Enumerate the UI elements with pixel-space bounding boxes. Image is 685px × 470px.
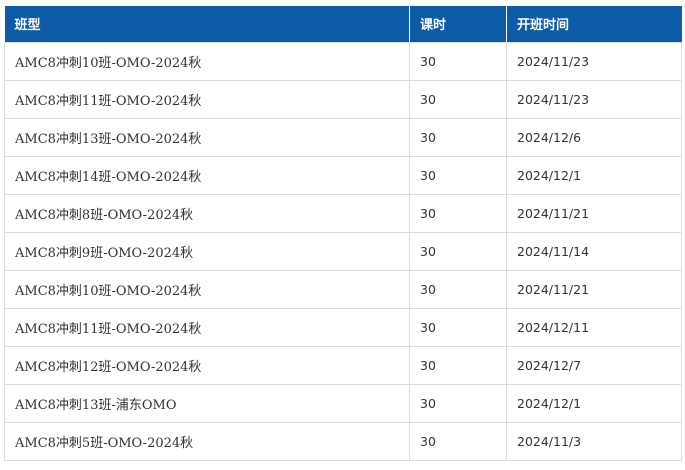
cell-hours: 30 — [409, 421, 507, 461]
cell-hours: 30 — [409, 269, 507, 309]
table-row: AMC8冲刺12班-OMO-2024秋 30 2024/12/7 — [4, 345, 682, 385]
cell-class-type: AMC8冲刺13班-浦东OMO — [4, 383, 410, 423]
class-schedule-container: 班型 课时 开班时间 AMC8冲刺10班-OMO-2024秋 30 2024/1… — [4, 6, 682, 461]
cell-class-type: AMC8冲刺8班-OMO-2024秋 — [4, 193, 410, 233]
table-body: AMC8冲刺10班-OMO-2024秋 30 2024/11/23 AMC8冲刺… — [4, 41, 682, 461]
cell-start-date: 2024/11/21 — [506, 193, 682, 233]
table-row: AMC8冲刺5班-OMO-2024秋 30 2024/11/3 — [4, 421, 682, 461]
cell-class-type: AMC8冲刺5班-OMO-2024秋 — [4, 421, 410, 461]
table-row: AMC8冲刺10班-OMO-2024秋 30 2024/11/23 — [4, 41, 682, 81]
table-row: AMC8冲刺11班-OMO-2024秋 30 2024/12/11 — [4, 307, 682, 347]
cell-hours: 30 — [409, 231, 507, 271]
cell-hours: 30 — [409, 383, 507, 423]
table-row: AMC8冲刺13班-OMO-2024秋 30 2024/12/6 — [4, 117, 682, 157]
cell-start-date: 2024/12/7 — [506, 345, 682, 385]
table-row: AMC8冲刺8班-OMO-2024秋 30 2024/11/21 — [4, 193, 682, 233]
header-row: 班型 课时 开班时间 — [4, 6, 682, 42]
cell-start-date: 2024/11/14 — [506, 231, 682, 271]
cell-class-type: AMC8冲刺10班-OMO-2024秋 — [4, 41, 410, 81]
header-hours: 课时 — [409, 6, 507, 42]
cell-class-type: AMC8冲刺11班-OMO-2024秋 — [4, 79, 410, 119]
cell-hours: 30 — [409, 193, 507, 233]
table-row: AMC8冲刺13班-浦东OMO 30 2024/12/1 — [4, 383, 682, 423]
cell-class-type: AMC8冲刺13班-OMO-2024秋 — [4, 117, 410, 157]
table-header: 班型 课时 开班时间 — [4, 6, 682, 42]
cell-class-type: AMC8冲刺14班-OMO-2024秋 — [4, 155, 410, 195]
cell-hours: 30 — [409, 41, 507, 81]
cell-start-date: 2024/12/1 — [506, 383, 682, 423]
cell-class-type: AMC8冲刺9班-OMO-2024秋 — [4, 231, 410, 271]
cell-class-type: AMC8冲刺12班-OMO-2024秋 — [4, 345, 410, 385]
cell-start-date: 2024/11/23 — [506, 79, 682, 119]
cell-start-date: 2024/11/21 — [506, 269, 682, 309]
header-start-date: 开班时间 — [506, 6, 682, 42]
cell-class-type: AMC8冲刺10班-OMO-2024秋 — [4, 269, 410, 309]
cell-start-date: 2024/11/23 — [506, 41, 682, 81]
cell-start-date: 2024/11/3 — [506, 421, 682, 461]
cell-start-date: 2024/12/6 — [506, 117, 682, 157]
cell-start-date: 2024/12/1 — [506, 155, 682, 195]
cell-hours: 30 — [409, 307, 507, 347]
class-schedule-table: 班型 课时 开班时间 AMC8冲刺10班-OMO-2024秋 30 2024/1… — [4, 6, 682, 461]
cell-hours: 30 — [409, 345, 507, 385]
table-row: AMC8冲刺9班-OMO-2024秋 30 2024/11/14 — [4, 231, 682, 271]
cell-class-type: AMC8冲刺11班-OMO-2024秋 — [4, 307, 410, 347]
cell-start-date: 2024/12/11 — [506, 307, 682, 347]
cell-hours: 30 — [409, 117, 507, 157]
table-row: AMC8冲刺10班-OMO-2024秋 30 2024/11/21 — [4, 269, 682, 309]
table-row: AMC8冲刺11班-OMO-2024秋 30 2024/11/23 — [4, 79, 682, 119]
cell-hours: 30 — [409, 79, 507, 119]
cell-hours: 30 — [409, 155, 507, 195]
header-class-type: 班型 — [4, 6, 410, 42]
table-row: AMC8冲刺14班-OMO-2024秋 30 2024/12/1 — [4, 155, 682, 195]
